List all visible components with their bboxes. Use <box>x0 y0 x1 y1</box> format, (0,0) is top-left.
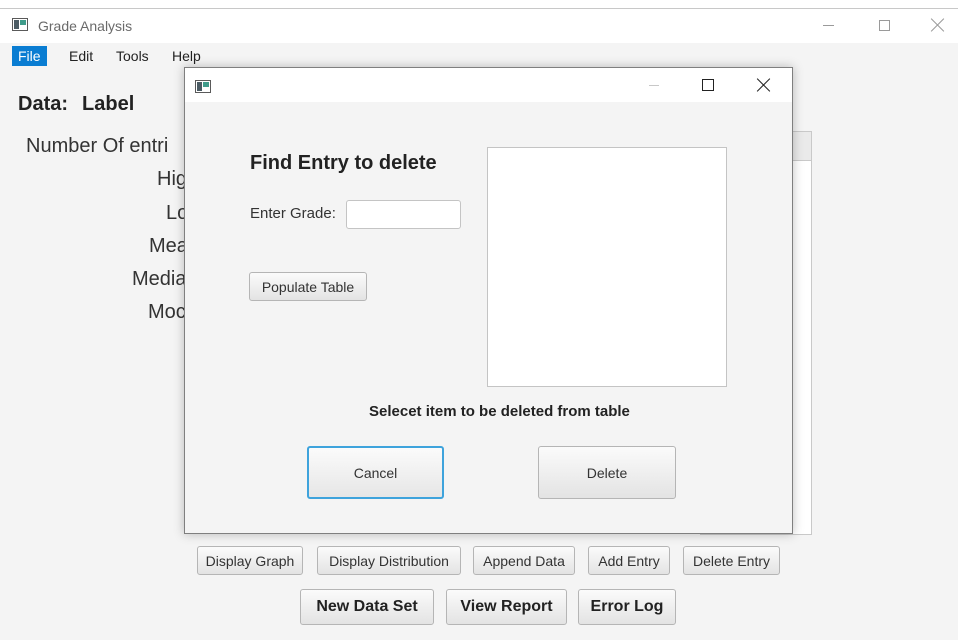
append-data-button[interactable]: Append Data <box>473 546 575 575</box>
view-report-button[interactable]: View Report <box>446 589 567 625</box>
maximize-icon <box>702 79 714 91</box>
stat-high-label: Hig <box>157 168 188 190</box>
maximize-button[interactable] <box>862 9 906 41</box>
window-title: Grade Analysis <box>38 18 133 34</box>
stat-mean-label: Mea <box>149 235 188 257</box>
dialog-minimize-button[interactable] <box>631 68 677 102</box>
add-entry-button[interactable]: Add Entry <box>588 546 670 575</box>
data-header: Data: Label <box>18 93 148 116</box>
stat-median-label: Media <box>132 268 187 290</box>
new-data-set-button[interactable]: New Data Set <box>300 589 434 625</box>
menu-edit[interactable]: Edit <box>63 46 99 66</box>
dialog-title-bar[interactable] <box>185 68 792 102</box>
data-label: Label <box>82 93 135 115</box>
close-icon <box>931 18 945 32</box>
maximize-icon <box>878 19 890 31</box>
minimize-icon <box>822 24 834 26</box>
dialog-maximize-button[interactable] <box>685 68 731 102</box>
menu-file[interactable]: File <box>12 46 47 66</box>
delete-entry-button[interactable]: Delete Entry <box>683 546 780 575</box>
close-icon <box>757 78 771 92</box>
data-prefix: Data: <box>18 93 69 115</box>
delete-button[interactable]: Delete <box>538 446 676 499</box>
menu-help[interactable]: Help <box>166 46 207 66</box>
populate-table-button[interactable]: Populate Table <box>249 272 367 301</box>
dialog-app-icon <box>195 80 211 93</box>
display-graph-button[interactable]: Display Graph <box>197 546 303 575</box>
dialog-instruction: Selecet item to be deleted from table <box>369 403 630 420</box>
grade-input[interactable] <box>346 200 461 229</box>
menu-tools[interactable]: Tools <box>110 46 155 66</box>
entry-results-list[interactable] <box>487 147 727 387</box>
menu-bar: File Edit Tools Help <box>0 43 958 69</box>
stat-mode-label: Moc <box>148 301 186 323</box>
minimize-button[interactable] <box>806 9 850 41</box>
cancel-button[interactable]: Cancel <box>307 446 444 499</box>
app-icon <box>12 18 28 31</box>
error-log-button[interactable]: Error Log <box>578 589 676 625</box>
display-distribution-button[interactable]: Display Distribution <box>317 546 461 575</box>
delete-entry-dialog: Find Entry to delete Enter Grade: Popula… <box>184 67 793 534</box>
close-button[interactable] <box>916 9 958 41</box>
dialog-heading: Find Entry to delete <box>250 152 437 174</box>
title-bar[interactable]: Grade Analysis <box>0 9 958 43</box>
minimize-icon <box>649 84 659 86</box>
stat-entries-label: Number Of entri <box>26 135 169 157</box>
grade-label: Enter Grade: <box>250 205 336 222</box>
dialog-close-button[interactable] <box>741 68 787 102</box>
